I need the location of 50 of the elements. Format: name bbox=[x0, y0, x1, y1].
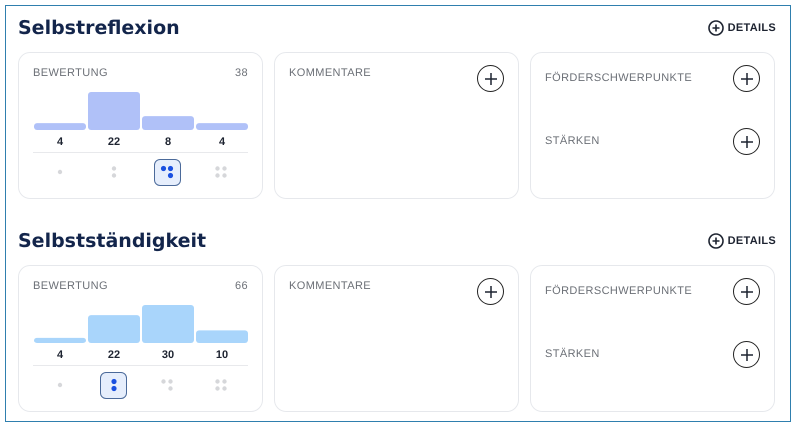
add-button[interactable] bbox=[477, 65, 504, 92]
bar-value: 22 bbox=[108, 136, 120, 148]
card-label: STÄRKEN bbox=[545, 134, 600, 150]
plus-icon bbox=[740, 348, 754, 362]
plus-icon bbox=[484, 284, 498, 298]
card-label: BEWERTUNG bbox=[33, 66, 108, 81]
dots-icon bbox=[159, 377, 176, 393]
chart-bar bbox=[34, 122, 86, 130]
chart-bar bbox=[142, 116, 194, 130]
plus-icon bbox=[484, 72, 498, 86]
plus-icon bbox=[740, 134, 754, 148]
card-label: KOMMENTARE bbox=[289, 279, 372, 294]
bar-value: 22 bbox=[108, 348, 120, 360]
plus-icon bbox=[740, 284, 754, 298]
add-icon bbox=[708, 20, 724, 36]
chart-bar bbox=[88, 92, 140, 130]
add-button[interactable] bbox=[733, 341, 760, 368]
rating-option[interactable] bbox=[100, 372, 128, 398]
chart-bar bbox=[88, 314, 140, 342]
section-title: Selbstständigkeit bbox=[18, 230, 206, 252]
dots-icon bbox=[159, 164, 176, 180]
chart-bar bbox=[142, 304, 194, 342]
bar-value: 4 bbox=[56, 136, 64, 148]
card-label: BEWERTUNG bbox=[33, 279, 108, 294]
chart-bar bbox=[34, 337, 86, 342]
chart-bar bbox=[196, 122, 248, 130]
bar-value: 4 bbox=[56, 348, 64, 360]
dots-icon bbox=[213, 164, 230, 180]
details-button[interactable]: DETAILS bbox=[708, 232, 776, 250]
rating-total: 66 bbox=[234, 279, 248, 294]
add-button[interactable] bbox=[733, 65, 760, 92]
bar-value: 8 bbox=[164, 136, 172, 148]
bar-value: 10 bbox=[216, 348, 228, 360]
section-title: Selbstreflexion bbox=[18, 16, 180, 40]
add-icon bbox=[708, 233, 724, 249]
rating-option[interactable] bbox=[154, 158, 181, 186]
bar-value: 4 bbox=[218, 136, 226, 148]
add-button[interactable] bbox=[733, 278, 760, 305]
add-button[interactable] bbox=[477, 278, 504, 305]
card-label: FÖRDERSCHWERPUNKTE bbox=[545, 284, 692, 300]
add-button[interactable] bbox=[733, 128, 760, 155]
card-label: FÖRDERSCHWERPUNKTE bbox=[545, 70, 692, 86]
card-label: STÄRKEN bbox=[545, 346, 600, 362]
dots-icon bbox=[213, 377, 230, 393]
rating-total: 38 bbox=[234, 66, 248, 81]
chart-bar bbox=[196, 330, 248, 342]
bar-value: 30 bbox=[162, 348, 174, 360]
details-button[interactable]: DETAILS bbox=[708, 20, 776, 36]
card-label: KOMMENTARE bbox=[289, 66, 372, 81]
plus-icon bbox=[740, 72, 754, 86]
